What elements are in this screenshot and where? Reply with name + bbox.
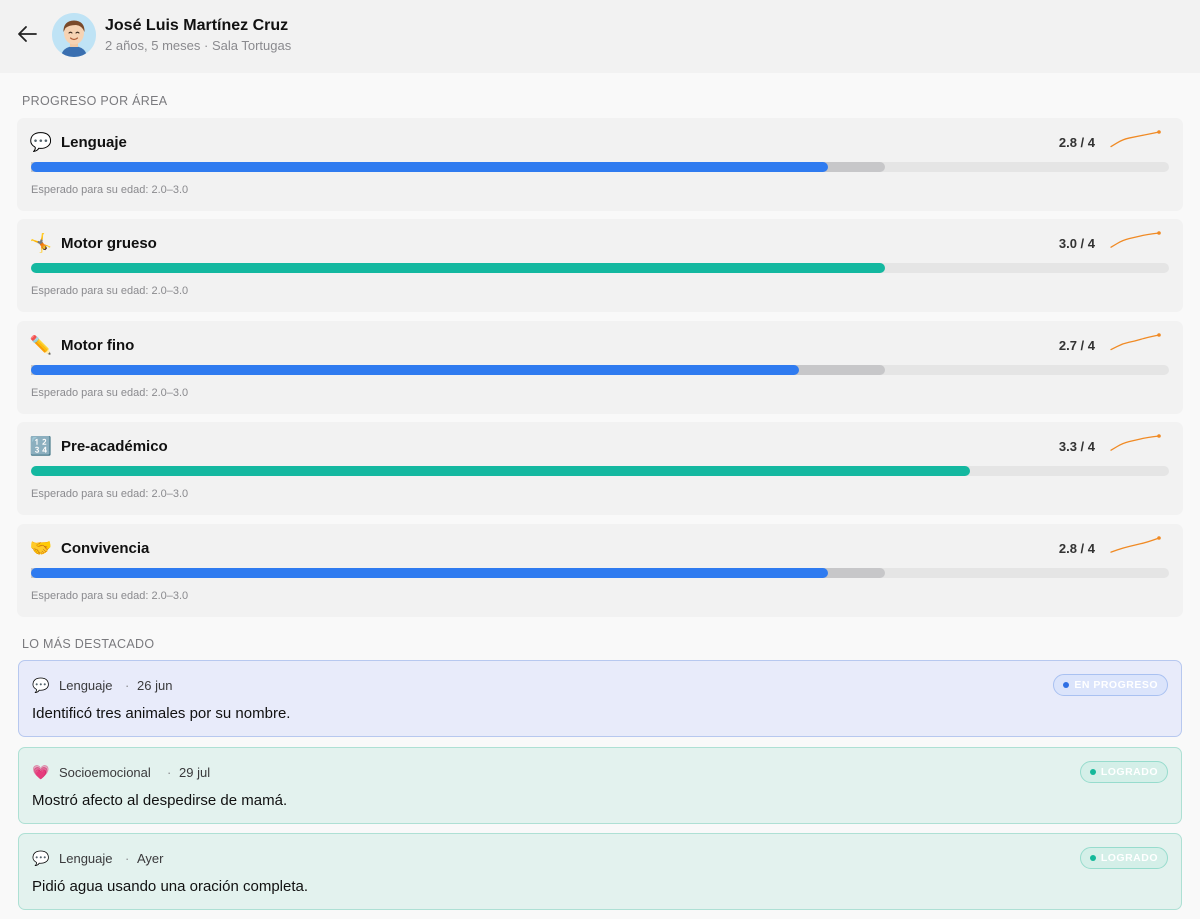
handshake-icon: 🤝 xyxy=(29,538,53,558)
trend-line xyxy=(1110,334,1160,351)
area-name: Motor fino xyxy=(61,337,135,354)
separator-dot: · xyxy=(125,678,130,693)
highlight-card[interactable]: 💬 Lenguaje · 26 jun EN PROGRESO Identificó tr… xyxy=(18,660,1182,737)
progress-fill xyxy=(31,162,828,172)
separator-dot: · xyxy=(125,851,130,866)
trend-end-dot xyxy=(1157,333,1161,337)
trend-end-dot xyxy=(1157,434,1161,438)
trend-sparkline xyxy=(1110,536,1161,553)
area-card[interactable]: 🔢 Pre-académico 3.3 / 4 Esperado para su ed… xyxy=(17,422,1183,515)
progress-track xyxy=(31,466,1169,476)
status-badge: LOGRADO xyxy=(1079,761,1168,783)
progress-fill xyxy=(31,263,885,273)
child-subtitle: 2 años, 5 meses · Sala Tortugas xyxy=(105,38,292,53)
area-name: Motor grueso xyxy=(61,235,157,252)
highlights-section-title: LO MÁS DESTACADO xyxy=(22,637,155,651)
expected-range-label: Esperado para su edad: 2.0–3.0 xyxy=(31,488,189,500)
highlight-date: 29 jul xyxy=(179,765,211,780)
progress-fill xyxy=(31,568,828,578)
highlight-area: Socioemocional xyxy=(59,765,151,780)
area-score: 2.8 / 4 xyxy=(1058,135,1095,150)
trend-end-dot xyxy=(1157,536,1161,540)
trend-sparkline xyxy=(1110,231,1161,248)
expected-range-label: Esperado para su edad: 2.0–3.0 xyxy=(31,184,189,196)
pencil-icon: ✏️ xyxy=(29,335,53,355)
area-score: 2.7 / 4 xyxy=(1058,338,1095,353)
child-name: José Luis Martínez Cruz xyxy=(105,17,289,34)
area-name: Pre-académico xyxy=(61,438,168,455)
expected-range-label: Esperado para su edad: 2.0–3.0 xyxy=(31,590,189,602)
highlight-area: Lenguaje xyxy=(59,678,113,693)
progress-fill xyxy=(31,365,800,375)
trend-line xyxy=(1110,435,1160,451)
area-card[interactable]: 💬 Lenguaje 2.8 / 4 Esperado para su edad: 2… xyxy=(17,118,1183,211)
status-badge: LOGRADO xyxy=(1079,847,1168,869)
speech-bubble-icon: 💬 xyxy=(32,677,50,693)
child-avatar-icon xyxy=(52,13,96,57)
arrow-left-icon[interactable] xyxy=(16,22,40,46)
progress-track xyxy=(31,263,1169,273)
numbers-icon: 🔢 xyxy=(29,436,53,456)
highlight-date: Ayer xyxy=(137,851,164,866)
trend-line xyxy=(1110,537,1160,553)
trend-end-dot xyxy=(1157,130,1161,134)
highlight-card[interactable]: 💗 Socioemocional · 29 jul LOGRADO Mostró afec… xyxy=(18,747,1182,824)
highlight-date: 26 jun xyxy=(137,678,173,693)
progress-track xyxy=(31,365,1169,375)
area-score: 3.0 / 4 xyxy=(1058,236,1095,251)
highlight-text: Pidió agua usando una oración completa. xyxy=(32,878,309,895)
speech-bubble-icon: 💬 xyxy=(29,132,53,152)
expected-range-label: Esperado para su edad: 2.0–3.0 xyxy=(31,387,189,399)
area-card[interactable]: ✏️ Motor fino 2.7 / 4 Esperado para su edad… xyxy=(17,321,1183,414)
trend-line xyxy=(1110,131,1160,148)
area-name: Lenguaje xyxy=(61,134,127,151)
progress-fill xyxy=(31,466,970,476)
highlight-card[interactable]: 💬 Lenguaje · Ayer LOGRADO Pidió agua usando u… xyxy=(18,833,1182,910)
highlight-text: Identificó tres animales por su nombre. xyxy=(32,705,291,722)
trend-end-dot xyxy=(1157,231,1161,235)
trend-line xyxy=(1110,232,1160,248)
trend-sparkline xyxy=(1110,333,1161,351)
avatar[interactable] xyxy=(52,13,96,57)
heart-icon: 💗 xyxy=(32,764,50,780)
area-score: 3.3 / 4 xyxy=(1058,439,1095,454)
highlight-area: Lenguaje xyxy=(59,851,113,866)
separator-dot: · xyxy=(167,765,172,780)
gymnast-icon: 🤸 xyxy=(29,233,53,253)
area-score: 2.8 / 4 xyxy=(1058,541,1095,556)
progress-track xyxy=(31,568,1169,578)
progress-track xyxy=(31,162,1169,172)
trend-sparkline xyxy=(1110,434,1161,451)
area-card[interactable]: 🤝 Convivencia 2.8 / 4 Esperado para su edad… xyxy=(17,524,1183,617)
status-badge: EN PROGRESO xyxy=(1053,674,1168,696)
progress-section-title: PROGRESO POR ÁREA xyxy=(22,94,168,108)
area-card[interactable]: 🤸 Motor grueso 3.0 / 4 Esperado para su eda… xyxy=(17,219,1183,312)
highlight-text: Mostró afecto al despedirse de mamá. xyxy=(32,792,288,809)
area-name: Convivencia xyxy=(61,540,150,557)
speech-bubble-icon: 💬 xyxy=(32,850,50,866)
trend-sparkline xyxy=(1110,130,1161,148)
expected-range-label: Esperado para su edad: 2.0–3.0 xyxy=(31,285,189,297)
profile-header: José Luis Martínez Cruz 2 años, 5 meses … xyxy=(0,0,1200,73)
